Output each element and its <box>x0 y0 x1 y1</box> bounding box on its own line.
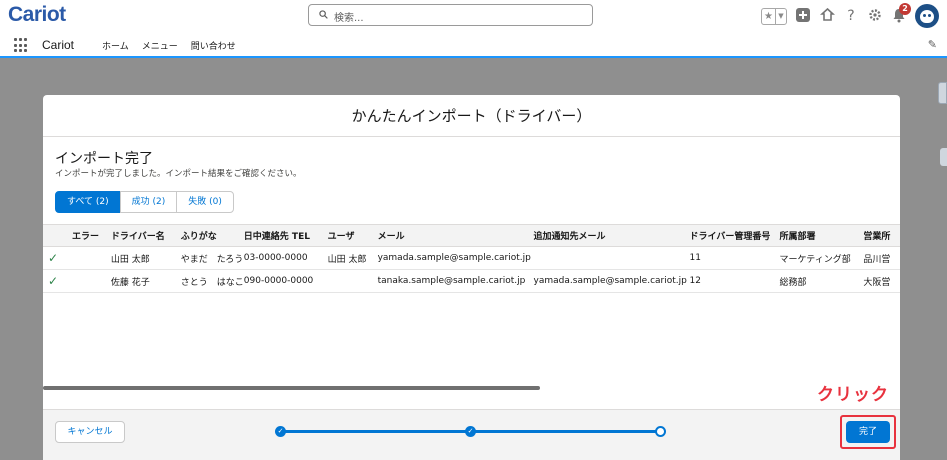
filter-success-button[interactable]: 成功 (2) <box>119 191 178 213</box>
cell-driver-name: 佐藤 花子 <box>110 269 181 293</box>
column-header: ドライバー管理番号 <box>689 224 780 247</box>
success-check-icon: ✓ <box>43 269 111 293</box>
cell-driver-name: 山田 太郎 <box>110 246 181 270</box>
result-filter-group: すべて (2) 成功 (2) 失敗 (0) <box>55 191 234 213</box>
column-header: ユーザ <box>327 224 378 247</box>
nav-items: ホーム メニュー 問い合わせ <box>102 39 236 52</box>
edit-nav-icon[interactable]: ✎ <box>928 38 937 51</box>
cell-department: 総務部 <box>779 269 864 293</box>
import-modal: かんたんインポート（ドライバー） インポート完了 インポートが完了しました。イン… <box>43 95 900 460</box>
favorites-button[interactable]: ★ ▼ <box>761 7 787 25</box>
progress-steps: ✓ ✓ <box>275 426 667 438</box>
cell-email: yamada.sample@sample.cariot.jp <box>377 246 534 270</box>
column-header: 日中連絡先 TEL <box>243 224 328 247</box>
done-button[interactable]: 完了 <box>846 421 890 443</box>
cell-driver-number: 11 <box>689 246 780 270</box>
column-header: 追加通知先メール <box>533 224 690 247</box>
app-name: Cariot <box>42 38 75 52</box>
cell-user: 山田 太郎 <box>327 246 378 270</box>
column-header: メール <box>377 224 534 247</box>
cell-tel: 03-0000-0000 <box>243 246 328 270</box>
notification-badge: 2 <box>899 3 911 15</box>
modal-title: かんたんインポート（ドライバー） <box>43 95 900 137</box>
step-complete-icon: ✓ <box>275 426 286 437</box>
table-row: ✓ 佐藤 花子 さとう はなこ 090-0000-0000 tanaka.sam… <box>43 269 900 293</box>
column-header: 営業所 <box>863 224 900 247</box>
step-complete-icon: ✓ <box>465 426 476 437</box>
result-table-container[interactable]: エラー ドライバー名 ふりがな 日中連絡先 TEL ユーザ メール 追加通知先メ… <box>43 224 900 390</box>
filter-all-button[interactable]: すべて (2) <box>55 191 121 213</box>
cancel-button[interactable]: キャンセル <box>55 421 125 443</box>
cell-office: 大阪営 <box>863 269 900 293</box>
table-row: ✓ 山田 太郎 やまだ たろう 03-0000-0000 山田 太郎 yamad… <box>43 246 900 270</box>
success-check-icon: ✓ <box>43 246 111 270</box>
cell-kana: やまだ たろう <box>180 246 244 270</box>
global-header: Cariot 検索... ★ ▼ ? 2 <box>0 0 947 32</box>
step-current-indicator <box>655 426 666 437</box>
cell-notify-email <box>533 246 690 270</box>
column-header: 所属部署 <box>779 224 864 247</box>
side-panel-tab[interactable] <box>938 82 947 104</box>
column-header: ドライバー名 <box>110 224 181 247</box>
nav-item-contact[interactable]: 問い合わせ <box>191 39 236 52</box>
header-icons: ★ ▼ ? 2 <box>761 2 939 30</box>
chevron-down-icon[interactable]: ▼ <box>776 9 786 24</box>
add-icon[interactable] <box>795 8 811 24</box>
cell-office: 品川営 <box>863 246 900 270</box>
filter-failure-button[interactable]: 失敗 (0) <box>176 191 234 213</box>
avatar[interactable] <box>915 4 939 28</box>
modal-footer: キャンセル ✓ ✓ 完了 <box>43 409 900 460</box>
cell-user <box>327 269 378 293</box>
global-search-input[interactable]: 検索... <box>308 4 593 26</box>
cell-driver-number: 12 <box>689 269 780 293</box>
cell-department: マーケティング部 <box>779 246 864 270</box>
section-title: インポート完了 <box>55 151 153 167</box>
cell-email: tanaka.sample@sample.cariot.jp <box>377 269 534 293</box>
bell-icon[interactable]: 2 <box>891 3 911 24</box>
nav-item-menu[interactable]: メニュー <box>142 39 178 52</box>
cell-notify-email: yamada.sample@sample.cariot.jp <box>533 269 690 293</box>
help-icon[interactable]: ? <box>843 8 859 24</box>
result-table: エラー ドライバー名 ふりがな 日中連絡先 TEL ユーザ メール 追加通知先メ… <box>43 224 900 293</box>
column-header: ふりがな <box>180 224 244 247</box>
app-logo[interactable]: Cariot <box>8 3 66 27</box>
search-placeholder: 検索... <box>334 13 364 24</box>
trailhead-icon[interactable] <box>819 7 835 24</box>
click-annotation: クリック <box>817 385 889 405</box>
gear-icon[interactable] <box>867 8 883 24</box>
horizontal-scrollbar[interactable] <box>43 386 540 390</box>
star-icon[interactable]: ★ <box>762 8 776 24</box>
column-header: エラー <box>43 224 111 247</box>
app-launcher-icon[interactable] <box>14 38 29 53</box>
side-panel-tab-2[interactable] <box>940 148 947 166</box>
cell-tel: 090-0000-0000 <box>243 269 328 293</box>
nav-item-home[interactable]: ホーム <box>102 39 129 52</box>
table-header-row: エラー ドライバー名 ふりがな 日中連絡先 TEL ユーザ メール 追加通知先メ… <box>43 224 900 247</box>
app-nav-bar: Cariot ホーム メニュー 問い合わせ ✎ <box>0 32 947 58</box>
search-icon <box>319 10 328 19</box>
cell-kana: さとう はなこ <box>180 269 244 293</box>
result-message: インポートが完了しました。インポート結果をご確認ください。 <box>55 169 302 179</box>
